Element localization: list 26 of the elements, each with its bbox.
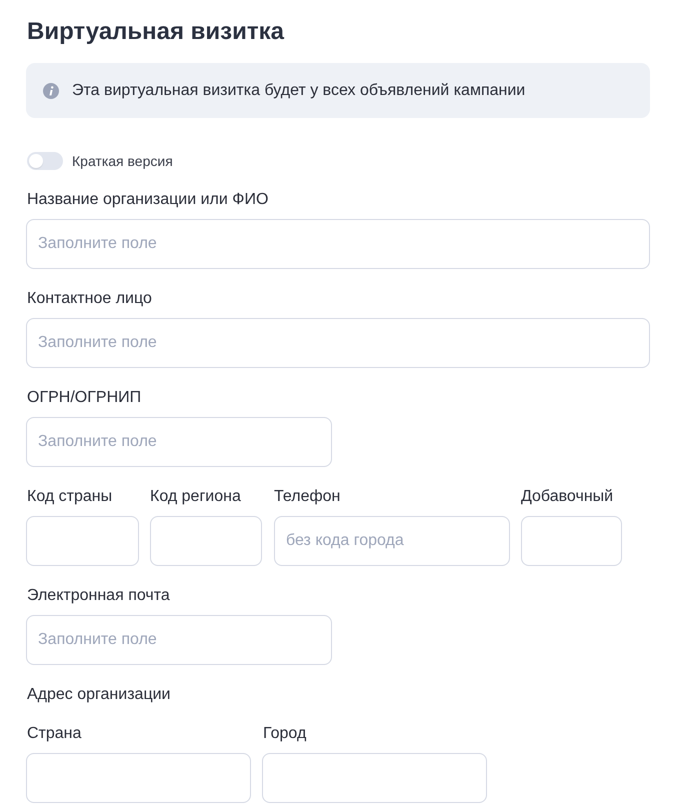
text-field[interactable]: Заполните поле — [26, 417, 332, 467]
text-field[interactable] — [262, 753, 487, 803]
field-label: Добавочный — [521, 487, 614, 507]
field-label: Город — [263, 724, 308, 744]
field-label: Электронная почта — [27, 586, 171, 606]
text-field[interactable]: Заполните поле — [26, 615, 332, 665]
notice-text: Эта виртуальная визитка будет у всех объявлений кампании — [72, 80, 526, 100]
text-field[interactable]: Заполните поле — [26, 318, 650, 368]
field-label: Код страны — [27, 487, 114, 507]
text-field[interactable] — [521, 516, 622, 566]
field-label: Страна — [27, 724, 82, 744]
field-label: Контактное лицо — [27, 289, 153, 309]
text-field[interactable]: Заполните поле — [26, 219, 650, 269]
info-icon — [43, 82, 59, 98]
section-heading: Адрес организации — [27, 685, 172, 705]
field-label: Название организации или ФИО — [27, 190, 270, 210]
field-label: ОГРН/ОГРНИП — [27, 388, 142, 408]
text-field[interactable] — [26, 753, 251, 803]
field-label: Телефон — [274, 487, 342, 507]
toggle-switch[interactable] — [27, 152, 63, 170]
text-field[interactable] — [26, 516, 139, 566]
field-label: Код региона — [150, 487, 242, 507]
page-title: Виртуальная визитка — [27, 18, 286, 46]
text-field[interactable]: без кода города — [274, 516, 510, 566]
toggle-label: Краткая версия — [72, 152, 173, 171]
text-field[interactable] — [150, 516, 262, 566]
